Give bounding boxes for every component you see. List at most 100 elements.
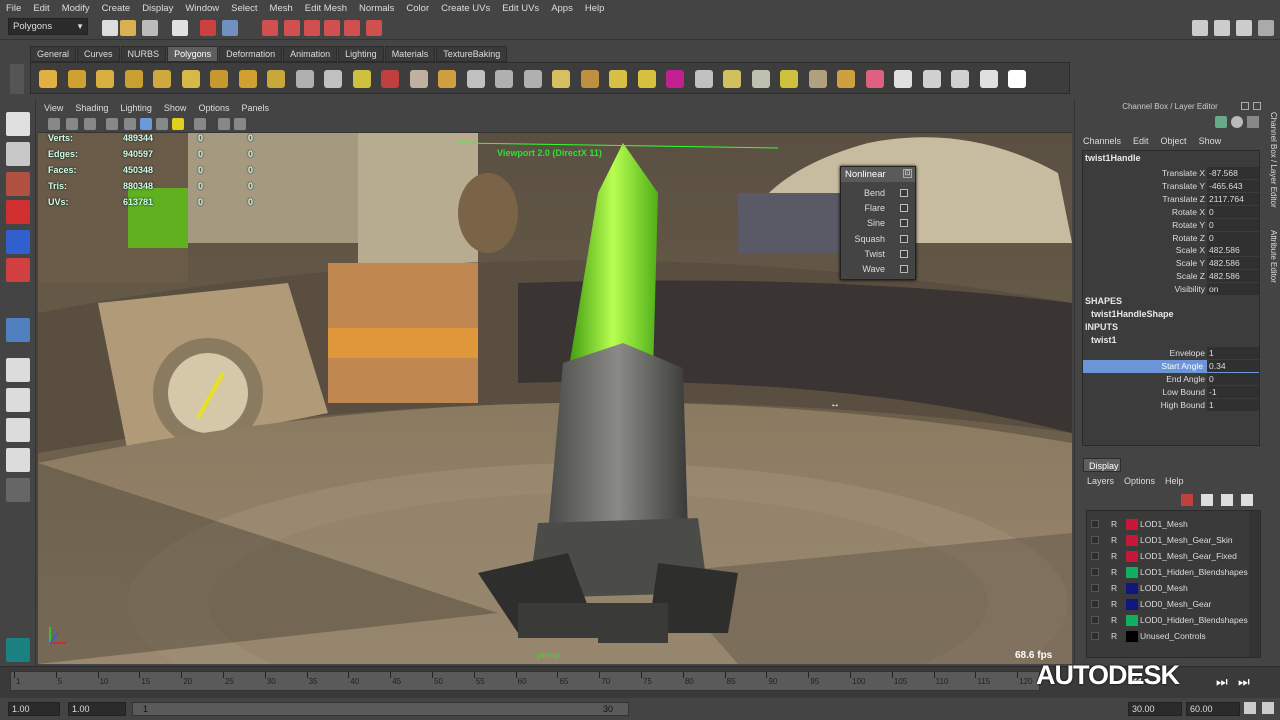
step-forward-key-icon[interactable]: ⏭	[1216, 674, 1228, 690]
viewport-menu-shading[interactable]: Shading	[69, 103, 114, 113]
show-hide-attr-editor-icon[interactable]	[1192, 20, 1208, 36]
channel-value-field[interactable]: 1	[1207, 347, 1259, 359]
extrude-icon[interactable]	[381, 70, 399, 88]
channel-name[interactable]: Rotate Y	[1172, 220, 1205, 230]
visibility-toggle[interactable]	[1091, 552, 1099, 560]
character-set-icon[interactable]	[1244, 702, 1256, 714]
show-hide-layer-editor-icon[interactable]	[1258, 20, 1274, 36]
open-scene-icon[interactable]	[120, 20, 136, 36]
combine-icon[interactable]	[609, 70, 627, 88]
bookmarks-icon[interactable]	[84, 118, 96, 130]
layer-row[interactable]: R Unused_Controls	[1087, 629, 1249, 645]
reference-toggle[interactable]: R	[1111, 519, 1117, 529]
channel-row[interactable]: Rotate X0	[1083, 205, 1259, 219]
layer-color-swatch[interactable]	[1126, 519, 1138, 530]
save-scene-icon[interactable]	[142, 20, 158, 36]
reference-toggle[interactable]: R	[1111, 631, 1117, 641]
key-icon[interactable]	[1215, 116, 1227, 128]
channel-row[interactable]: Scale Y 482.586	[1083, 257, 1259, 270]
menu-help[interactable]: Help	[579, 3, 611, 14]
channel-value-field[interactable]: 1	[1207, 398, 1259, 411]
channel-box-menu-show[interactable]: Show	[1199, 136, 1222, 146]
channel-row[interactable]: Scale X 482.586	[1083, 244, 1259, 257]
separate-icon[interactable]	[637, 70, 656, 88]
menu-edit-mesh[interactable]: Edit Mesh	[299, 3, 353, 14]
wireframe-icon[interactable]	[106, 118, 118, 130]
new-layer-from-selected-icon[interactable]	[1181, 494, 1193, 506]
select-object-icon[interactable]	[200, 20, 216, 36]
lasso-tool-icon[interactable]	[6, 142, 30, 166]
slider-icon[interactable]	[1247, 116, 1259, 128]
channel-row[interactable]: Rotate Y0	[1083, 218, 1259, 232]
layer-row[interactable]: R LOD1_Mesh	[1087, 517, 1249, 533]
reference-toggle[interactable]: R	[1111, 599, 1117, 609]
time-ruler[interactable]: 1 5 10 15 20 25 30 35 40 45 50 55 60 65 70 75 80 85 90 95 10…	[10, 671, 1040, 691]
option-box-icon[interactable]	[900, 204, 908, 212]
sphere-icon[interactable]	[39, 70, 57, 88]
visibility-toggle[interactable]	[1091, 632, 1099, 640]
channel-row[interactable]: Translate Y -465.643	[1083, 179, 1259, 193]
channel-value-field[interactable]: on	[1207, 283, 1259, 296]
channel-row[interactable]: Rotate Z0	[1083, 231, 1259, 245]
menu-item-wave[interactable]: Wave	[841, 262, 917, 277]
show-hide-tool-settings-icon[interactable]	[1214, 20, 1230, 36]
menu-edit[interactable]: Edit	[27, 3, 55, 14]
viewport-menu-view[interactable]: View	[38, 103, 69, 113]
rotate-tool-icon[interactable]	[6, 230, 30, 254]
visibility-toggle[interactable]	[1091, 584, 1099, 592]
menu-file[interactable]: File	[0, 3, 27, 14]
single-pane-layout-icon[interactable]	[6, 358, 30, 382]
layer-name[interactable]: LOD1_Mesh	[1140, 519, 1188, 529]
snap-curve-icon[interactable]	[284, 20, 300, 36]
channel-row[interactable]: Envelope 1	[1083, 347, 1259, 360]
bevel-icon[interactable]	[552, 70, 570, 88]
shelf-tab-polygons[interactable]: Polygons	[167, 46, 219, 62]
layer-name[interactable]: LOD1_Mesh_Gear_Fixed	[1140, 551, 1237, 561]
channel-value-field[interactable]: -1	[1207, 385, 1259, 398]
menu-item-twist[interactable]: Twist	[841, 247, 917, 262]
channel-name[interactable]: End Angle	[1166, 374, 1205, 384]
channel-name[interactable]: Rotate X	[1172, 207, 1205, 217]
scale-tool-icon[interactable]	[6, 258, 30, 282]
move-layer-up-icon[interactable]	[1221, 494, 1233, 506]
planar-map-icon[interactable]	[865, 70, 884, 88]
visibility-toggle[interactable]	[1091, 568, 1099, 576]
graph-layout-icon[interactable]	[6, 448, 30, 472]
merge-icon[interactable]	[580, 70, 599, 88]
channel-row[interactable]: High Bound 1	[1083, 398, 1259, 412]
channel-name[interactable]: Translate Y	[1162, 181, 1205, 191]
layer-menu-help[interactable]: Help	[1165, 476, 1184, 486]
select-component-icon[interactable]	[222, 20, 238, 36]
visibility-toggle[interactable]	[1091, 616, 1099, 624]
shelf-menu-icon[interactable]	[10, 64, 24, 94]
menu-apps[interactable]: Apps	[545, 3, 579, 14]
menu-item-sine[interactable]: Sine	[841, 216, 917, 231]
option-box-icon[interactable]	[900, 235, 908, 243]
range-slider[interactable]: 1 30	[132, 702, 629, 716]
channel-name[interactable]: Scale Z	[1176, 271, 1205, 281]
viewport-menu-show[interactable]: Show	[158, 103, 193, 113]
shelf-tab-general[interactable]: General	[30, 46, 77, 62]
sync-icon[interactable]	[1231, 116, 1243, 128]
channel-name[interactable]: High Bound	[1161, 400, 1205, 410]
shelf-tab-texturebaking[interactable]: TextureBaking	[436, 46, 508, 62]
mirror-icon[interactable]	[694, 70, 713, 88]
last-tool-icon[interactable]	[6, 318, 30, 342]
layer-row[interactable]: R LOD1_Mesh_Gear_Skin	[1087, 533, 1249, 549]
shelf-tab-deformation[interactable]: Deformation	[219, 46, 283, 62]
cone-icon[interactable]	[124, 70, 143, 88]
channel-value-field[interactable]: 0	[1207, 218, 1259, 231]
channel-name[interactable]: Scale Y	[1176, 258, 1205, 268]
channel-value-field[interactable]: 0	[1207, 231, 1259, 244]
viewport-menu-options[interactable]: Options	[192, 103, 235, 113]
new-empty-layer-icon[interactable]	[1201, 494, 1213, 506]
channel-name[interactable]: Envelope	[1170, 348, 1205, 358]
four-pane-layout-icon[interactable]	[6, 388, 30, 412]
snap-point-icon[interactable]	[304, 20, 320, 36]
cube-icon[interactable]	[67, 70, 86, 88]
menu-edit-uvs[interactable]: Edit UVs	[496, 3, 545, 14]
start-time-field[interactable]: 1.00	[8, 702, 60, 716]
channel-row[interactable]: Low Bound -1	[1083, 385, 1259, 399]
layer-color-swatch[interactable]	[1126, 631, 1138, 642]
channel-row[interactable]: Translate Z 2117.764	[1083, 192, 1259, 206]
